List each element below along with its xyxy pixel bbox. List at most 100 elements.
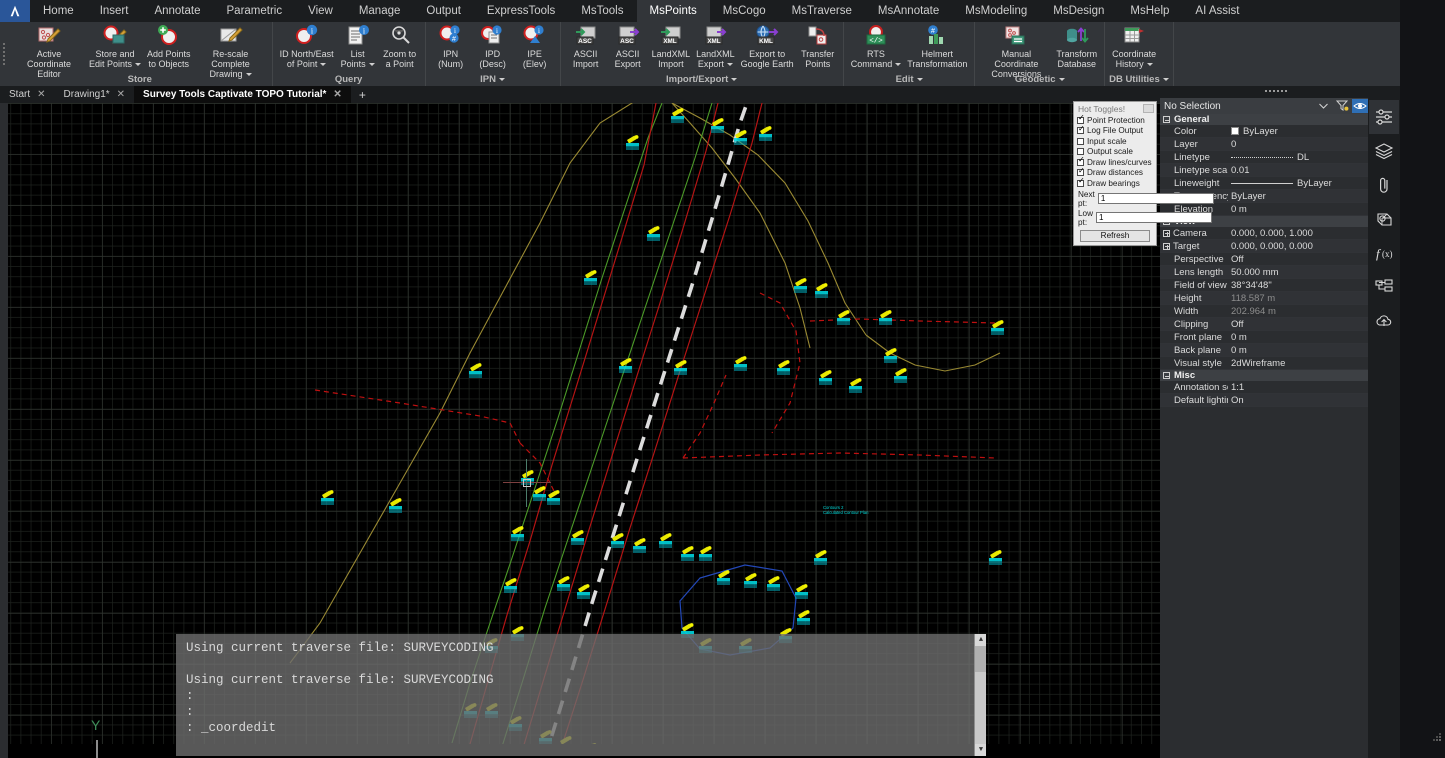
ribbon-button-ipn-num[interactable]: i#IPN(Num) (430, 22, 472, 69)
layers-stack-icon[interactable] (1369, 134, 1399, 168)
ribbon-button-landxml-import[interactable]: XMLLandXMLImport (649, 22, 694, 69)
ribbon-button-zoom-to-a-point[interactable]: Zoom toa Point (379, 22, 421, 69)
checkbox-input-scale[interactable] (1077, 138, 1084, 145)
refresh-button[interactable]: Refresh (1080, 230, 1150, 242)
ribbon-button-rts-command[interactable]: </>RTSCommand (848, 22, 905, 69)
ribbon-button-ascii-export[interactable]: ASCASCIIExport (607, 22, 649, 69)
hot-toggle-row[interactable]: Draw bearings (1074, 178, 1156, 189)
hot-toggles-panel[interactable]: Hot Toggles! Point ProtectionLog File Ou… (1073, 101, 1157, 246)
property-row[interactable]: Layer0 (1160, 138, 1368, 151)
menu-tab-manage[interactable]: Manage (346, 0, 414, 22)
materials-swatch-icon[interactable] (1369, 202, 1399, 236)
property-value[interactable]: 38°34'48" (1228, 280, 1368, 291)
scroll-thumb[interactable] (975, 646, 986, 672)
selection-dropdown[interactable]: No Selection (1164, 99, 1332, 113)
paperclip-icon[interactable] (1369, 168, 1399, 202)
property-group-misc[interactable]: Misc (1160, 370, 1368, 381)
ribbon-button-list-points[interactable]: iListPoints (337, 22, 379, 69)
close-icon[interactable]: ✕ (333, 89, 341, 100)
property-value[interactable]: 0 m (1228, 332, 1368, 343)
sheet-set-tree-icon[interactable] (1369, 270, 1399, 304)
checkbox-draw-bearings[interactable] (1077, 180, 1084, 187)
ribbon-button-manual-coordinate-conversions[interactable]: Manual CoordinateConversions (979, 22, 1053, 79)
property-group-general[interactable]: General (1160, 114, 1368, 125)
property-value[interactable]: DL (1228, 152, 1368, 163)
ribbon-button-re-scale-complete-drawing[interactable]: Re-scale CompleteDrawing (194, 22, 268, 79)
property-row[interactable]: Width202.964 m (1160, 305, 1368, 318)
property-row[interactable]: LinetypeDL (1160, 151, 1368, 164)
menu-tab-msmodeling[interactable]: MsModeling (952, 0, 1040, 22)
hot-toggle-row[interactable]: Input scale (1074, 136, 1156, 147)
property-value[interactable]: 0 m (1228, 204, 1368, 215)
menu-tab-parametric[interactable]: Parametric (214, 0, 296, 22)
property-value[interactable]: 2dWireframe (1228, 358, 1368, 369)
menu-tab-expresstools[interactable]: ExpressTools (474, 0, 568, 22)
checkbox-draw-distances[interactable] (1077, 169, 1084, 176)
expand-icon[interactable] (1163, 243, 1170, 250)
menu-tab-mstraverse[interactable]: MsTraverse (779, 0, 865, 22)
property-row[interactable]: Camera0.000, 0.000, 1.000 (1160, 227, 1368, 240)
checkbox-point-protection[interactable] (1077, 117, 1084, 124)
command-line-window[interactable]: Using current traverse file: SURVEYCODIN… (176, 634, 986, 756)
ribbon-button-ipe-elev[interactable]: iIPE(Elev) (514, 22, 556, 69)
hot-toggles-collapse-button[interactable] (1143, 104, 1154, 113)
file-tab-drawing1[interactable]: Drawing1*✕ (55, 86, 135, 103)
menu-tab-view[interactable]: View (295, 0, 346, 22)
menu-tab-msannotate[interactable]: MsAnnotate (865, 0, 952, 22)
property-value[interactable]: ByLayer (1228, 178, 1368, 189)
property-row[interactable]: Default lightingOn (1160, 394, 1368, 407)
sliders-properties-icon[interactable] (1369, 100, 1399, 134)
property-value[interactable]: 118.587 m (1228, 293, 1368, 304)
property-row[interactable]: PerspectiveOff (1160, 253, 1368, 266)
ribbon-button-transform-database[interactable]: TransformDatabase (1053, 22, 1100, 69)
checkbox-output-scale[interactable] (1077, 148, 1084, 155)
pickadd-eye-icon[interactable] (1352, 99, 1368, 113)
property-value[interactable]: Off (1228, 254, 1368, 265)
collapse-icon[interactable] (1163, 116, 1170, 123)
menu-tab-insert[interactable]: Insert (87, 0, 142, 22)
ribbon-button-export-to-google-earth[interactable]: KMLExport toGoogle Earth (738, 22, 797, 69)
property-value[interactable]: On (1228, 395, 1368, 406)
menu-tab-mscogo[interactable]: MsCogo (710, 0, 779, 22)
hot-toggle-row[interactable]: Point Protection (1074, 115, 1156, 126)
property-value[interactable]: 202.964 m (1228, 306, 1368, 317)
property-row[interactable]: LineweightByLayer (1160, 177, 1368, 190)
fx-function-icon[interactable]: f(x) (1369, 236, 1399, 270)
expand-icon[interactable] (1163, 230, 1170, 237)
property-value[interactable]: 1:1 (1228, 382, 1368, 393)
property-value[interactable]: ByLayer (1228, 126, 1368, 137)
chevron-down-icon[interactable] (1319, 101, 1328, 112)
autocad-a-logo-icon[interactable] (0, 0, 30, 22)
scroll-down-arrow[interactable]: ▼ (975, 744, 986, 756)
cloud-upload-icon[interactable] (1369, 304, 1399, 338)
ribbon-button-coordinate-history[interactable]: CoordinateHistory (1109, 22, 1159, 69)
property-value[interactable]: 0.01 (1228, 165, 1368, 176)
menu-tab-ai-assist[interactable]: AI Assist (1182, 0, 1252, 22)
scroll-up-arrow[interactable]: ▲ (975, 634, 986, 646)
ribbon-button-store-and-edit-points[interactable]: Store andEdit Points (86, 22, 144, 69)
menu-tab-msdesign[interactable]: MsDesign (1040, 0, 1117, 22)
file-tabs-grip[interactable] (1265, 88, 1287, 94)
close-icon[interactable]: ✕ (117, 89, 125, 100)
property-row[interactable]: Field of view38°34'48" (1160, 279, 1368, 292)
property-row[interactable]: Visual style2dWireframe (1160, 357, 1368, 370)
command-scrollbar[interactable]: ▲ ▼ (974, 634, 986, 756)
property-value[interactable]: Off (1228, 319, 1368, 330)
checkbox-draw-lines-curves[interactable] (1077, 159, 1084, 166)
property-row[interactable]: ColorByLayer (1160, 125, 1368, 138)
property-row[interactable]: Linetype scale0.01 (1160, 164, 1368, 177)
menu-tab-mspoints[interactable]: MsPoints (637, 0, 710, 22)
new-tab-button[interactable]: + (351, 86, 374, 103)
property-value[interactable]: 0 (1228, 139, 1368, 150)
file-tab-start[interactable]: Start✕ (0, 86, 55, 103)
property-row[interactable]: ClippingOff (1160, 318, 1368, 331)
property-row[interactable]: Front plane0 m (1160, 331, 1368, 344)
checkbox-log-file-output[interactable] (1077, 127, 1084, 134)
hot-toggle-row[interactable]: Log File Output (1074, 126, 1156, 137)
property-value[interactable]: 50.000 mm (1228, 267, 1368, 278)
file-tab-survey-tools-captivate-topo-tutorial[interactable]: Survey Tools Captivate TOPO Tutorial*✕ (134, 86, 351, 103)
ribbon-button-transfer-points[interactable]: TransferPoints (797, 22, 839, 69)
property-row[interactable]: Height118.587 m (1160, 292, 1368, 305)
ribbon-button-active-coordinate-editor[interactable]: Active CoordinateEditor (12, 22, 86, 79)
resize-grip-icon[interactable] (1430, 730, 1442, 742)
